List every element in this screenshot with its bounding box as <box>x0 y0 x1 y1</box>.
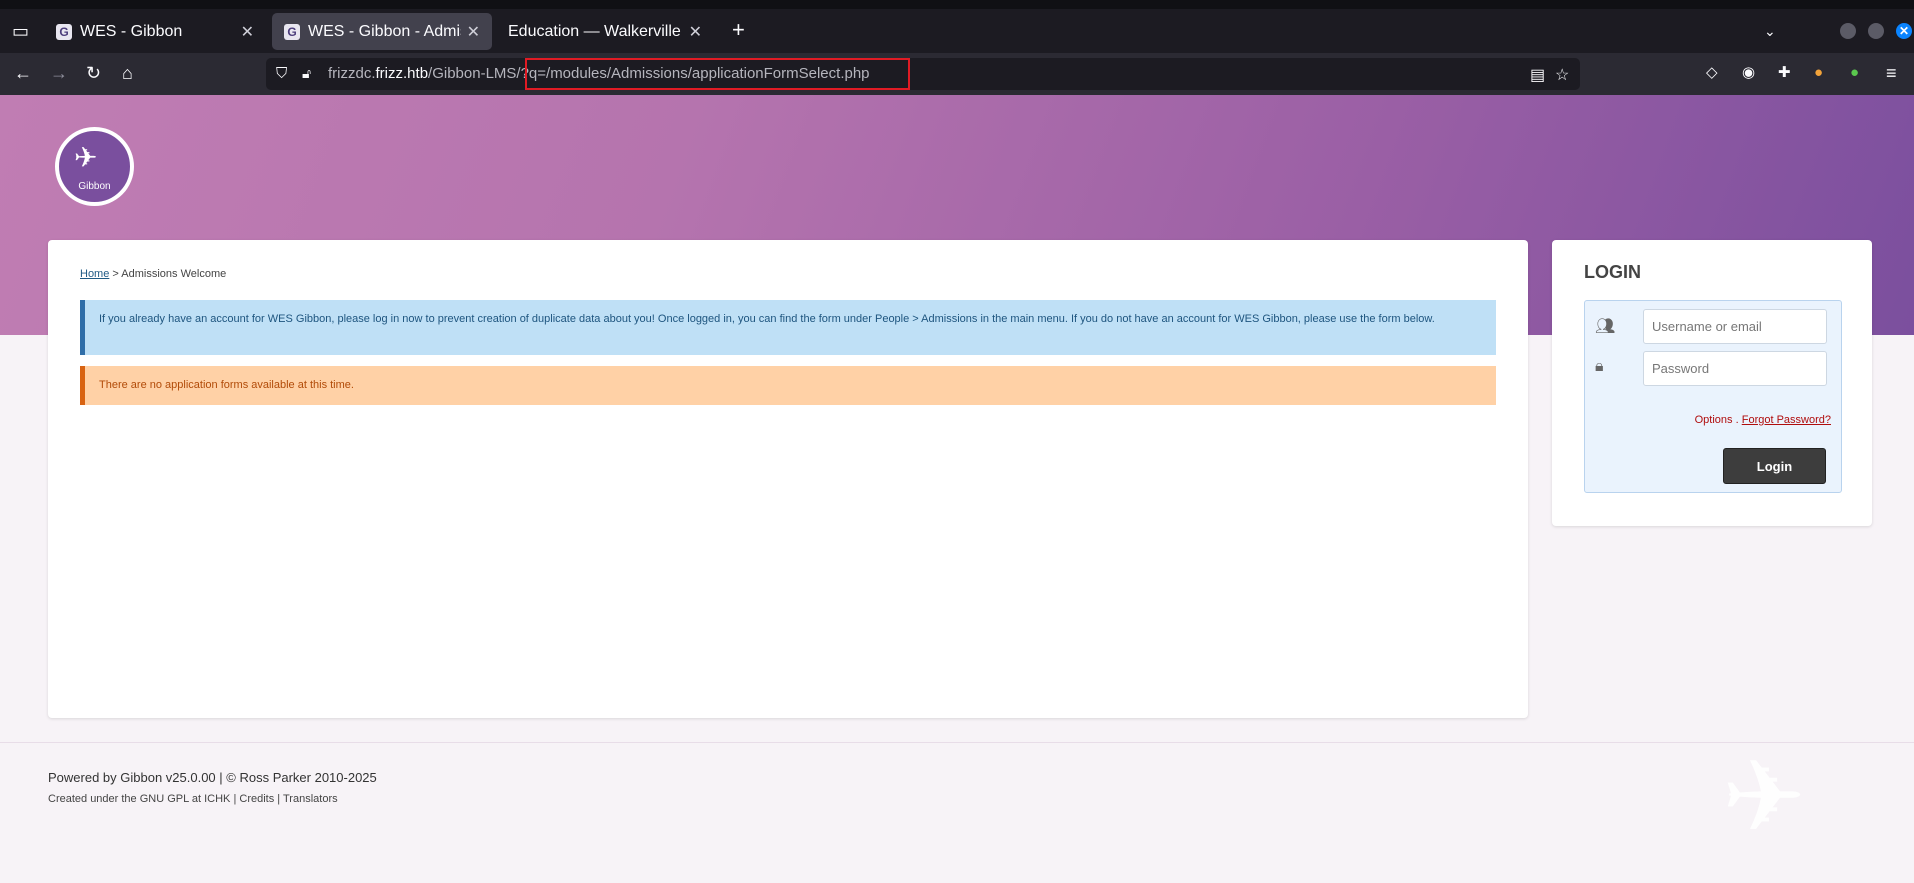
list-all-tabs-chevron-icon[interactable]: ⌄ <box>1764 22 1776 40</box>
window-close-button[interactable]: ✕ <box>1896 23 1912 39</box>
navigation-toolbar: ← → ↻ ⌂ ⛉ 🔓︎ frizzdc.frizz.htb/Gibbon-LM… <box>0 53 1914 95</box>
warning-alert: There are no application forms available… <box>80 366 1496 405</box>
login-form: 👥︎ 🔒︎ Options . Forgot Password? Login <box>1584 300 1842 493</box>
options-separator: . <box>1735 414 1739 426</box>
forgot-password-link[interactable]: Forgot Password? <box>1742 414 1831 426</box>
insecure-lock-icon[interactable]: 🔓︎ <box>302 65 311 82</box>
breadcrumb-current: Admissions Welcome <box>121 268 227 280</box>
login-title: LOGIN <box>1584 262 1641 282</box>
reader-view-icon[interactable]: ▤ <box>1530 65 1545 85</box>
url-path: /Gibbon-LMS/ <box>428 65 521 82</box>
breadcrumb: Home > Admissions Welcome <box>80 268 226 280</box>
reload-icon[interactable]: ↻ <box>86 63 101 83</box>
gibbon-favicon-icon: G <box>284 23 300 40</box>
tab-close-icon[interactable]: ✕ <box>467 22 480 42</box>
address-bar[interactable]: ⛉ 🔓︎ frizzdc.frizz.htb/Gibbon-LMS/?q=/mo… <box>266 58 1580 90</box>
gibbon-silhouette-icon: ✈ <box>1722 741 1806 853</box>
window-minimize-button[interactable] <box>1840 23 1856 39</box>
logo-text: Gibbon <box>78 181 111 192</box>
app-menu-icon[interactable]: ≡ <box>1886 63 1897 83</box>
username-input[interactable] <box>1643 309 1827 344</box>
tab-wes-gibbon[interactable]: G WES - Gibbon ✕ <box>44 13 266 50</box>
users-icon: 👥︎ <box>1595 318 1616 335</box>
account-icon[interactable]: ◉ <box>1742 63 1755 83</box>
tab-education-walkerville[interactable]: Education — Walkerville Elementary ✕ <box>496 13 714 50</box>
bookmark-star-icon[interactable]: ☆ <box>1555 65 1569 85</box>
extensions-icon[interactable]: ✚ <box>1778 63 1791 83</box>
breadcrumb-home-link[interactable]: Home <box>80 268 109 280</box>
taskbar-strip <box>0 0 1914 9</box>
new-tab-plus-icon[interactable]: + <box>732 19 745 41</box>
url-query-highlight-box <box>525 58 910 90</box>
tab-close-icon[interactable]: ✕ <box>689 22 702 42</box>
tab-close-icon[interactable]: ✕ <box>241 22 254 42</box>
tab-title: WES - Gibbon - Admissions <box>308 22 461 40</box>
home-icon[interactable]: ⌂ <box>122 63 133 83</box>
breadcrumb-separator: > <box>112 268 119 280</box>
lock-icon: 🔒︎ <box>1595 358 1604 375</box>
pocket-icon[interactable]: ◇ <box>1706 63 1718 83</box>
gibbon-logo[interactable]: ✈ Gibbon <box>55 127 134 206</box>
footer-powered-by: Powered by Gibbon v25.0.00 | © Ross Park… <box>48 770 377 785</box>
main-content-card: Home > Admissions Welcome If you already… <box>48 240 1528 718</box>
footer-credits-link[interactable]: Credits <box>239 793 274 805</box>
back-arrow-icon[interactable]: ← <box>14 63 32 83</box>
password-input[interactable] <box>1643 351 1827 386</box>
login-options: Options . Forgot Password? <box>1695 414 1831 426</box>
footer-created-text: Created under the GNU GPL at ICHK | <box>48 793 237 805</box>
tab-title: Education — Walkerville Elementary <box>508 22 683 40</box>
footer-separator: | <box>277 793 281 805</box>
url-host-main: frizz.htb <box>375 65 429 82</box>
tracking-shield-icon[interactable]: ⛉ <box>276 65 287 82</box>
options-link[interactable]: Options <box>1695 414 1733 426</box>
footer-translators-link[interactable]: Translators <box>283 793 338 805</box>
footer-divider <box>0 742 1914 743</box>
extension-m-icon[interactable]: ● <box>1850 63 1859 83</box>
gibbon-favicon-icon: G <box>56 23 72 40</box>
forward-arrow-icon[interactable]: → <box>50 63 68 83</box>
info-alert: If you already have an account for WES G… <box>80 300 1496 355</box>
login-button[interactable]: Login <box>1723 448 1826 484</box>
tab-bar: ▭ G WES - Gibbon ✕ G WES - Gibbon - Admi… <box>0 9 1914 53</box>
login-panel: LOGIN 👥︎ 🔒︎ Options . Forgot Password? L… <box>1552 240 1872 526</box>
tab-overview-icon[interactable]: ▭ <box>12 22 29 40</box>
tab-title: WES - Gibbon <box>80 22 183 40</box>
gibbon-figure-icon: ✈ <box>74 142 98 173</box>
url-host-prefix: frizzdc. <box>328 65 376 82</box>
foxyproxy-icon[interactable]: ● <box>1814 63 1823 83</box>
footer-credits-line: Created under the GNU GPL at ICHK | Cred… <box>48 793 338 805</box>
tab-wes-gibbon-admissions[interactable]: G WES - Gibbon - Admissions ✕ <box>272 13 492 50</box>
window-maximize-button[interactable] <box>1868 23 1884 39</box>
